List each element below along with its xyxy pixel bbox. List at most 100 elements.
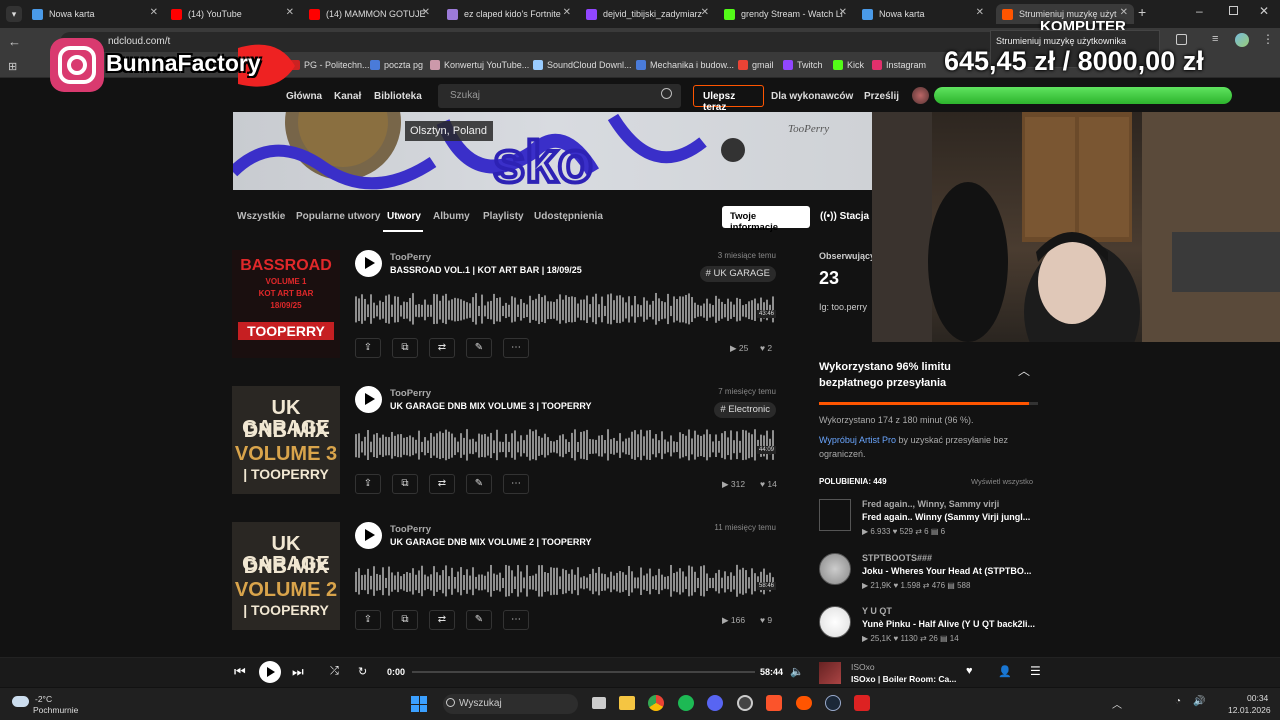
liked-track-title[interactable]: Yunè Pinku - Half Alive (Y U QT back2li.… (862, 619, 1035, 629)
liked-track[interactable]: Fred again.., Winny, Sammy virji Fred aga… (819, 499, 1049, 537)
liked-track[interactable]: STPTBOOTS### Joku - Wheres Your Head At (… (819, 553, 1049, 591)
your-info-button[interactable]: Twoje informacje (722, 206, 810, 233)
track-likes[interactable]: ♥ 9 (760, 615, 772, 625)
track-artist[interactable]: TooPerry (390, 388, 431, 399)
windows-start-icon[interactable] (411, 696, 427, 712)
wifi-icon[interactable]: ◔ (1175, 696, 1181, 707)
maximize-icon[interactable] (1229, 6, 1238, 15)
see-all-link[interactable]: Wyświetl wszystko (971, 477, 1033, 486)
tab-popular-tracks[interactable]: Popularne utwory (296, 211, 380, 222)
more-menu-icon[interactable]: ⋮ (1262, 32, 1274, 46)
collapse-chevron-icon[interactable]: ︿ (1018, 362, 1030, 379)
browser-tab[interactable]: (14) YouTube ✕ (165, 4, 300, 24)
artist-pro-link[interactable]: Wypróbuj Artist Pro (819, 435, 896, 445)
more-button[interactable]: ⋯ (503, 338, 529, 358)
track-artwork[interactable]: BASSROAD VOLUME 1 KOT ART BAR 18/09/25 TOOPE… (232, 250, 340, 358)
close-window-icon[interactable]: ✕ (1259, 4, 1269, 18)
app-red-icon[interactable] (854, 695, 870, 711)
now-playing-title[interactable]: ISOxo | Boiler Room: Ca... (851, 674, 956, 684)
steam-alt-icon[interactable] (737, 695, 753, 711)
liked-track-title[interactable]: Fred again.. Winny (Sammy Virji jungl... (862, 512, 1030, 522)
track-artwork[interactable]: UK GARAGE DNB MIX VOLUME 3 | TOOPERRY (232, 386, 340, 494)
bookmark-item[interactable]: poczta pg (370, 60, 423, 70)
liked-track-artist[interactable]: STPTBOOTS### (862, 553, 932, 563)
shuffle-icon[interactable]: ⤮ (330, 665, 339, 678)
track-genre-tag[interactable]: # UK GARAGE (699, 266, 776, 282)
liked-track-art[interactable] (819, 606, 851, 638)
track-title[interactable]: UK GARAGE DNB MIX VOLUME 2 | TOOPERRY (390, 537, 592, 547)
play-button[interactable] (259, 661, 281, 683)
browser-tab[interactable]: (14) MAMMON GOTUJE ✕ (303, 4, 436, 24)
share-button[interactable]: ⇪ (355, 610, 381, 630)
liked-track-artist[interactable]: Fred again.., Winny, Sammy virji (862, 499, 999, 509)
new-tab-button[interactable]: + (1138, 4, 1146, 20)
chrome-icon[interactable] (648, 695, 664, 711)
bookmark-item[interactable]: SoundCloud Downl... (533, 60, 632, 70)
progress-bar[interactable] (412, 671, 755, 673)
search-input[interactable]: Szukaj (438, 84, 681, 108)
bookmark-item[interactable]: gmail (738, 60, 774, 70)
speaker-icon[interactable]: 🔊 (1193, 696, 1205, 707)
weather-temp[interactable]: -2°C (35, 694, 52, 704)
tab-close-icon[interactable]: ✕ (563, 7, 571, 18)
share-button[interactable]: ⇪ (355, 474, 381, 494)
menu-icon[interactable]: ≡ (1212, 33, 1218, 45)
track-title[interactable]: UK GARAGE DNB MIX VOLUME 3 | TOOPERRY (390, 401, 592, 411)
bookmark-item[interactable]: Konwertuj YouTube... (430, 60, 529, 70)
tab-all[interactable]: Wszystkie (237, 211, 285, 222)
track-waveform[interactable] (355, 424, 776, 464)
track-likes[interactable]: ♥ 14 (760, 479, 777, 489)
liked-track-art[interactable] (819, 553, 851, 585)
track-waveform[interactable] (355, 288, 776, 328)
track-waveform[interactable] (355, 560, 776, 600)
nav-for-artists[interactable]: Dla wykonawców (771, 91, 853, 102)
repost-button[interactable]: ⇄ (429, 338, 455, 358)
minimize-icon[interactable]: – (1196, 4, 1203, 18)
browser-tab[interactable]: Nowa karta ✕ (856, 4, 990, 24)
soundcloud-icon[interactable] (796, 696, 812, 710)
tab-list-chevron-icon[interactable]: ▾ (6, 6, 22, 22)
track-artist[interactable]: TooPerry (390, 252, 431, 263)
tab-reposts[interactable]: Udostępnienia (534, 211, 603, 222)
liked-track[interactable]: Y U QT Yunè Pinku - Half Alive (Y U QT ba… (819, 606, 1049, 644)
liked-track-artist[interactable]: Y U QT (862, 606, 892, 616)
station-button[interactable]: ((•)) Stacja (820, 211, 869, 222)
edit-button[interactable]: ✎ (466, 338, 492, 358)
queue-icon[interactable]: ☰ (1030, 664, 1041, 678)
tab-tracks[interactable]: Utwory (387, 211, 421, 222)
tab-close-icon[interactable]: ✕ (701, 7, 709, 18)
more-button[interactable]: ⋯ (503, 610, 529, 630)
tab-playlists[interactable]: Playlisty (483, 211, 524, 222)
tab-close-icon[interactable]: ✕ (1120, 7, 1128, 18)
bookmark-item[interactable]: Twitch (783, 60, 823, 70)
now-playing-artist[interactable]: ISOxo (851, 662, 875, 672)
weather-desc[interactable]: Pochmurnie (33, 705, 78, 715)
bookmark-item[interactable]: Instagram (872, 60, 926, 70)
browser-tab[interactable]: grendy Stream - Watch Li ✕ (718, 4, 853, 24)
more-button[interactable]: ⋯ (503, 474, 529, 494)
edit-button[interactable]: ✎ (466, 474, 492, 494)
tab-close-icon[interactable]: ✕ (422, 7, 430, 18)
brave-icon[interactable] (766, 695, 782, 711)
track-likes[interactable]: ♥ 2 (760, 343, 772, 353)
tab-albums[interactable]: Albumy (433, 211, 470, 222)
browser-tab[interactable]: dejvid_tibijski_zadymiarz ✕ (580, 4, 715, 24)
now-playing-art[interactable] (819, 662, 841, 684)
repost-button[interactable]: ⇄ (429, 610, 455, 630)
copy-link-button[interactable]: ⧉ (392, 474, 418, 494)
spotify-icon[interactable] (678, 695, 694, 711)
extensions-icon[interactable] (1176, 34, 1187, 45)
bookmark-item[interactable]: Mechanika i budow... (636, 60, 734, 70)
track-title[interactable]: BASSROAD VOL.1 | KOT ART BAR | 18/09/25 (390, 265, 582, 275)
back-icon[interactable]: ← (8, 34, 21, 49)
like-heart-icon[interactable]: ♥ (966, 665, 973, 677)
weather-icon[interactable] (12, 696, 29, 707)
task-view-icon[interactable] (592, 697, 606, 709)
repeat-icon[interactable]: ↻ (358, 665, 367, 678)
follow-user-icon[interactable]: 👤 (998, 665, 1012, 678)
liked-track-art[interactable] (819, 499, 851, 531)
user-avatar[interactable] (912, 87, 929, 104)
upgrade-button[interactable]: Ulepsz teraz (693, 85, 764, 113)
clock-time[interactable]: 00:34 (1247, 693, 1268, 703)
tab-close-icon[interactable]: ✕ (286, 7, 294, 18)
